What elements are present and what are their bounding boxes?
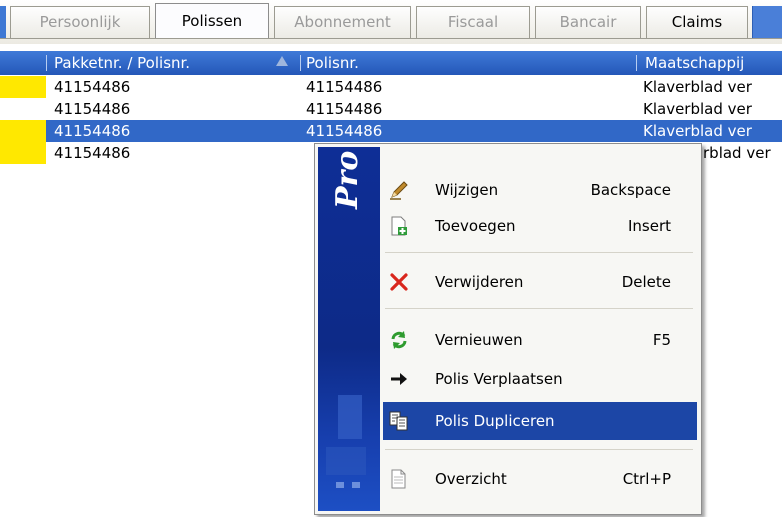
red-x-icon bbox=[389, 272, 409, 292]
sort-ascending-icon bbox=[276, 56, 288, 66]
grid-header: Pakketnr. / Polisnr. Polisnr. Maatschapp… bbox=[0, 51, 782, 75]
tab-claims[interactable]: Claims bbox=[646, 6, 748, 38]
row-status-marker bbox=[0, 142, 46, 164]
cell-maatschappij: Klaverblad ver bbox=[643, 100, 752, 118]
menu-item-label: Overzicht bbox=[435, 470, 507, 488]
menu-item-verwijderen[interactable]: Verwijderen Delete bbox=[383, 263, 697, 301]
tab-strip-left-edge bbox=[0, 6, 6, 38]
menu-item-polis-verplaatsen[interactable]: Polis Verplaatsen bbox=[383, 360, 697, 398]
row-status-marker bbox=[0, 98, 46, 120]
refresh-icon bbox=[389, 330, 409, 350]
column-separator bbox=[46, 55, 47, 71]
cell-pakketnr: 41154486 bbox=[54, 144, 131, 162]
menu-item-overzicht[interactable]: Overzicht Ctrl+P bbox=[383, 460, 697, 498]
strip-decoration bbox=[336, 482, 344, 488]
cell-pakketnr: 41154486 bbox=[54, 100, 131, 118]
menu-item-label: Polis Dupliceren bbox=[435, 412, 555, 430]
menu-item-shortcut: F5 bbox=[652, 331, 671, 349]
add-document-icon bbox=[389, 216, 409, 236]
cell-polisnr: 41154486 bbox=[306, 122, 383, 140]
tab-abonnement[interactable]: Abonnement bbox=[274, 6, 411, 38]
column-header-pakketnr[interactable]: Pakketnr. / Polisnr. bbox=[54, 51, 190, 75]
column-header-polisnr[interactable]: Polisnr. bbox=[306, 51, 359, 75]
pencil-icon bbox=[389, 180, 409, 200]
strip-decoration bbox=[338, 395, 362, 439]
menu-separator bbox=[385, 308, 693, 309]
cell-polisnr: 41154486 bbox=[306, 100, 383, 118]
brand-logo-text: Pro bbox=[330, 150, 365, 209]
tab-strip: Persoonlijk Polissen Abonnement Fiscaal … bbox=[0, 0, 782, 44]
arrow-right-icon bbox=[389, 369, 409, 389]
tab-bancair[interactable]: Bancair bbox=[535, 6, 641, 38]
menu-item-label: Wijzigen bbox=[435, 181, 499, 199]
menu-item-shortcut: Ctrl+P bbox=[622, 470, 671, 488]
strip-decoration bbox=[352, 482, 360, 488]
cell-maatschappij: rblad ver bbox=[703, 144, 771, 162]
tab-persoonlijk[interactable]: Persoonlijk bbox=[10, 6, 150, 38]
menu-item-label: Toevoegen bbox=[435, 217, 516, 235]
row-status-marker bbox=[0, 120, 46, 142]
cell-maatschappij: Klaverblad ver bbox=[643, 78, 752, 96]
copy-icon bbox=[389, 411, 409, 431]
menu-item-label: Vernieuwen bbox=[435, 331, 523, 349]
column-separator bbox=[300, 55, 301, 71]
menu-item-toevoegen[interactable]: Toevoegen Insert bbox=[383, 207, 697, 245]
menu-item-vernieuwen[interactable]: Vernieuwen F5 bbox=[383, 321, 697, 359]
column-header-maatschappij[interactable]: Maatschappij bbox=[645, 51, 744, 75]
menu-brand-strip: Pro bbox=[318, 147, 380, 511]
table-row[interactable]: 41154486 41154486 Klaverblad ver bbox=[0, 98, 782, 120]
table-row-selected[interactable]: 41154486 41154486 Klaverblad ver bbox=[0, 120, 782, 142]
table-row[interactable]: 41154486 41154486 Klaverblad ver bbox=[0, 76, 782, 98]
tab-strip-right-edge bbox=[752, 6, 782, 38]
tab-polissen[interactable]: Polissen bbox=[155, 3, 269, 39]
menu-item-shortcut: Delete bbox=[621, 273, 671, 291]
menu-separator bbox=[385, 449, 693, 450]
row-status-marker bbox=[0, 76, 46, 98]
tab-fiscaal[interactable]: Fiscaal bbox=[416, 6, 530, 38]
column-separator bbox=[636, 55, 637, 71]
cell-pakketnr: 41154486 bbox=[54, 78, 131, 96]
cell-maatschappij: Klaverblad ver bbox=[643, 122, 752, 140]
menu-item-polis-dupliceren[interactable]: Polis Dupliceren bbox=[383, 402, 697, 440]
menu-item-label: Polis Verplaatsen bbox=[435, 370, 563, 388]
document-icon bbox=[389, 469, 409, 489]
cell-polisnr: 41154486 bbox=[306, 78, 383, 96]
menu-item-label: Verwijderen bbox=[435, 273, 524, 291]
strip-decoration bbox=[326, 447, 366, 475]
menu-item-shortcut: Insert bbox=[627, 217, 671, 235]
menu-item-shortcut: Backspace bbox=[590, 181, 671, 199]
context-menu: Pro Wijzigen Backspace Toevoegen Insert … bbox=[314, 143, 702, 515]
tab-underline bbox=[0, 38, 782, 39]
cell-pakketnr: 41154486 bbox=[54, 122, 131, 140]
menu-separator bbox=[385, 252, 693, 253]
menu-item-wijzigen[interactable]: Wijzigen Backspace bbox=[383, 171, 697, 209]
